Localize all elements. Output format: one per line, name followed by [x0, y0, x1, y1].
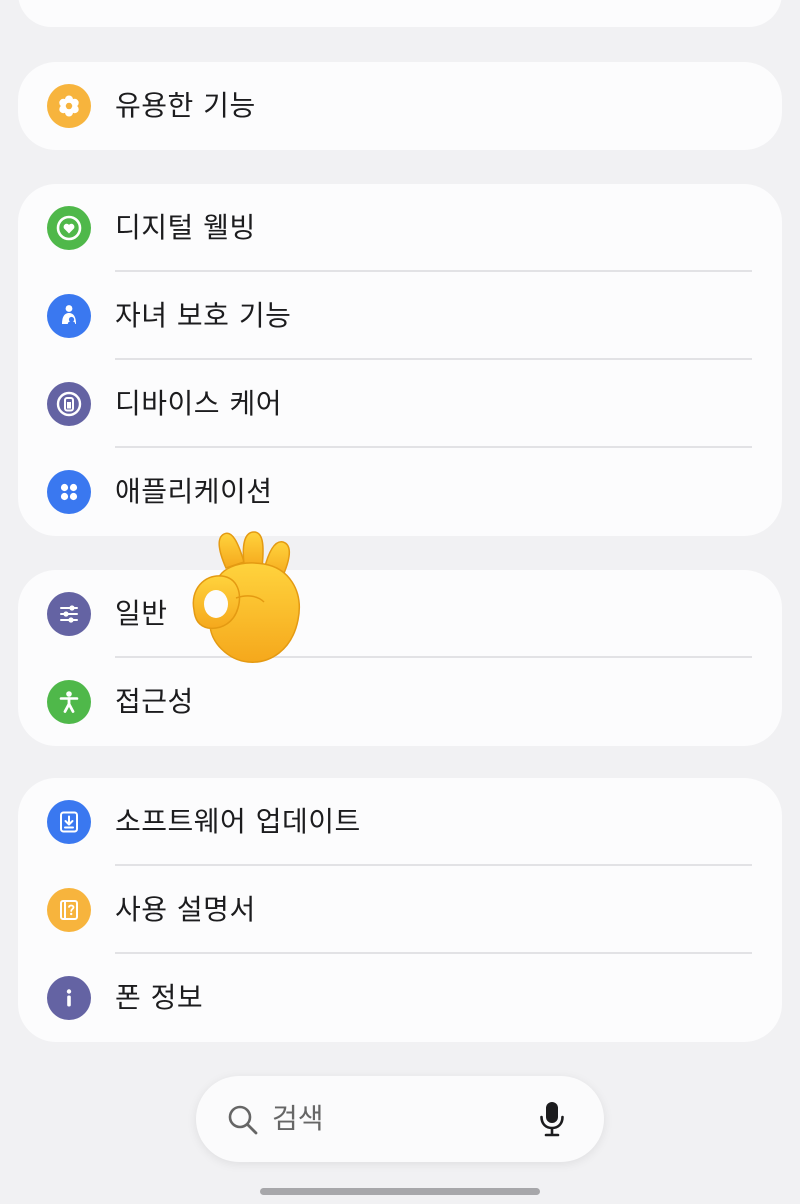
settings-item-label: 디지털 웰빙	[115, 211, 256, 244]
settings-item-device-care[interactable]: 디바이스 케어	[18, 360, 782, 448]
settings-group-device: 디지털 웰빙 자녀 보호 기능 디바이스 케어 애플리케이션	[18, 184, 782, 536]
settings-item-label: 일반	[115, 597, 168, 630]
settings-item-label: 폰 정보	[115, 981, 204, 1014]
home-indicator[interactable]	[260, 1188, 540, 1195]
settings-item-about-phone[interactable]: 폰 정보	[18, 954, 782, 1042]
settings-item-label: 애플리케이션	[115, 475, 273, 508]
settings-item-applications[interactable]: 애플리케이션	[18, 448, 782, 536]
heart-ring-icon	[47, 206, 91, 250]
settings-item-accessibility[interactable]: 접근성	[18, 658, 782, 746]
settings-item-user-manual[interactable]: 사용 설명서	[18, 866, 782, 954]
settings-group-general: 일반 접근성	[18, 570, 782, 746]
apps-grid-icon	[47, 470, 91, 514]
settings-item-label: 소프트웨어 업데이트	[115, 805, 361, 838]
flower-icon	[47, 84, 91, 128]
search-bar[interactable]: 검색	[196, 1076, 604, 1162]
settings-group-support: 소프트웨어 업데이트 사용 설명서 폰 정보	[18, 778, 782, 1042]
settings-item-label: 사용 설명서	[115, 893, 256, 926]
accessibility-icon	[47, 680, 91, 724]
settings-item-label: 자녀 보호 기능	[115, 299, 292, 332]
search-placeholder: 검색	[272, 1102, 324, 1135]
settings-item-general[interactable]: 일반	[18, 570, 782, 658]
battery-ring-icon	[47, 382, 91, 426]
download-icon	[47, 800, 91, 844]
settings-item-parental-controls[interactable]: 자녀 보호 기능	[18, 272, 782, 360]
settings-card-partial	[18, 0, 782, 27]
settings-item-digital-wellbeing[interactable]: 디지털 웰빙	[18, 184, 782, 272]
settings-item-label: 디바이스 케어	[115, 387, 282, 420]
settings-item-label: 유용한 기능	[115, 89, 256, 122]
settings-item-useful-features[interactable]: 유용한 기능	[18, 62, 782, 150]
manual-icon	[47, 888, 91, 932]
settings-item-software-update[interactable]: 소프트웨어 업데이트	[18, 778, 782, 866]
microphone-icon[interactable]	[538, 1100, 566, 1142]
settings-group-useful: 유용한 기능	[18, 62, 782, 150]
ok-hand-emoji-icon	[186, 528, 310, 672]
settings-item-label: 접근성	[115, 685, 194, 718]
search-icon	[226, 1103, 260, 1141]
sliders-icon	[47, 592, 91, 636]
info-icon	[47, 976, 91, 1020]
parent-child-icon	[47, 294, 91, 338]
